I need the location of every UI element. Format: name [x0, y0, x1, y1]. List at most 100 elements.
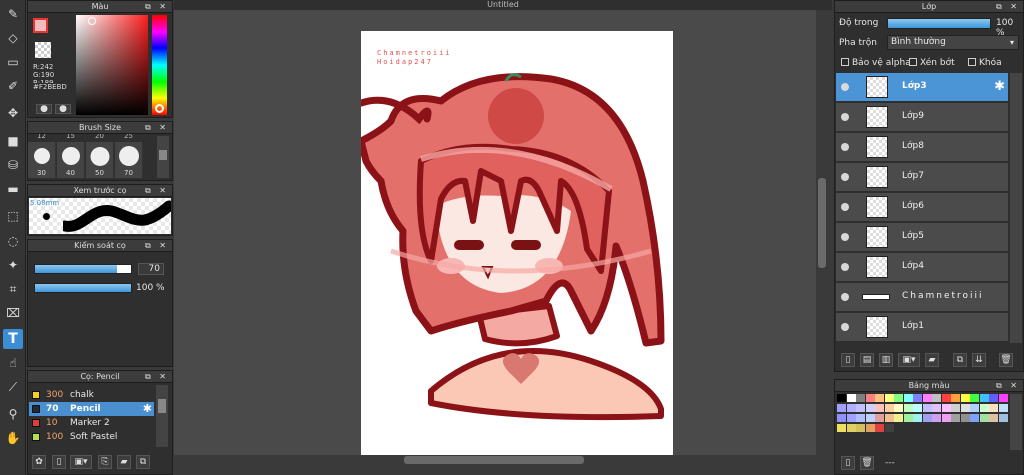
palette-swatch[interactable] [970, 404, 979, 412]
layer-row[interactable]: Chamnetroiii [836, 283, 1008, 312]
brush-item-pencil[interactable]: 70 Pencil ✱ [29, 402, 154, 416]
brush-item-soft-pastel[interactable]: 100 Soft Pastel [29, 430, 154, 444]
palette-swatch[interactable] [970, 394, 979, 402]
document-tab[interactable]: Untitled [174, 0, 832, 10]
merge-layer-icon[interactable]: ⇊ [972, 353, 986, 367]
palette-swatch[interactable] [837, 424, 846, 432]
select-eraser-tool-icon[interactable]: ⌧ [3, 303, 23, 323]
palette-swatch[interactable] [856, 424, 865, 432]
palette-swatch[interactable] [960, 414, 970, 422]
palette-swatch[interactable] [951, 394, 960, 402]
brush-item-chalk[interactable]: 300 chalk [29, 388, 154, 402]
add-brush-menu-icon[interactable]: ▣▾ [70, 455, 92, 469]
hand-tool-icon[interactable]: ✋ [3, 428, 23, 448]
brush-size-value[interactable]: 70 [138, 263, 164, 275]
layer-row[interactable]: Lớp1 [836, 313, 1008, 342]
palette-swatch[interactable] [884, 414, 894, 422]
palette-swatch[interactable] [865, 424, 875, 432]
eye-icon[interactable] [841, 203, 849, 211]
palette-swatch[interactable] [903, 414, 913, 422]
palette-swatch[interactable] [932, 414, 941, 422]
panel-controls-icon[interactable]: ⧉ ✕ [145, 371, 169, 383]
palette-swatch[interactable] [856, 404, 865, 412]
brush-item-marker-2[interactable]: 10 Marker 2 [29, 416, 154, 430]
canvas-vertical-scrollbar[interactable] [816, 10, 828, 465]
palette-swatch[interactable] [960, 394, 970, 402]
palette-swatch[interactable] [884, 424, 894, 432]
duplicate-icon[interactable]: ⧉ [136, 455, 150, 469]
brush-tool-icon[interactable]: ✎ [3, 4, 23, 24]
brush-size-50[interactable]: 50 [86, 142, 114, 178]
brush-list-scrollbar[interactable] [156, 385, 168, 447]
drawing-canvas[interactable]: Chamnetroiii Hoidap247 [361, 31, 673, 456]
panel-controls-icon[interactable]: ⧉ ✕ [145, 240, 169, 252]
canvas-horizontal-scrollbar[interactable] [174, 455, 816, 465]
palette-swatch[interactable] [960, 404, 970, 412]
eye-icon[interactable] [841, 113, 849, 121]
palette-swatch[interactable] [941, 414, 951, 422]
palette-swatch[interactable] [884, 404, 894, 412]
lock-checkbox[interactable]: Khóa [968, 58, 1002, 68]
add-color-icon[interactable]: ▯ [841, 456, 855, 470]
copy-brush-icon[interactable]: ⎘ [98, 455, 112, 469]
palette-swatch[interactable] [913, 414, 922, 422]
color-mode-icon[interactable]: ● [36, 104, 52, 114]
palette-swatch[interactable] [865, 404, 875, 412]
palette-swatch[interactable] [941, 394, 951, 402]
eye-icon[interactable] [841, 143, 849, 151]
palette-swatch[interactable] [989, 414, 998, 422]
palette-swatch[interactable] [875, 404, 884, 412]
palette-swatch[interactable] [875, 414, 884, 422]
palette-swatch[interactable] [932, 404, 941, 412]
hue-slider-thumb[interactable] [155, 104, 164, 113]
panel-controls-icon[interactable]: ⧉ ✕ [145, 185, 169, 197]
select-lasso-tool-icon[interactable]: ◌ [3, 231, 23, 251]
palette-swatch[interactable] [913, 404, 922, 412]
palette-swatch[interactable] [941, 404, 951, 412]
sv-picker-cursor[interactable] [88, 17, 96, 25]
palette-swatch[interactable] [998, 404, 1008, 412]
folder-icon[interactable]: ▰ [925, 353, 939, 367]
palette-swatch[interactable] [979, 404, 989, 412]
palette-swatch[interactable] [951, 414, 960, 422]
eyedropper-tool-icon[interactable]: ⟋ [3, 377, 23, 397]
palette-swatch[interactable] [979, 394, 989, 402]
palette-scrollbar[interactable] [1010, 394, 1022, 450]
palette-swatch[interactable] [998, 394, 1008, 402]
brush-size-30[interactable]: 30 [28, 142, 56, 178]
layer-row[interactable]: Lớp5 [836, 223, 1008, 252]
palette-swatch[interactable] [903, 394, 913, 402]
palette-swatch[interactable] [989, 394, 998, 402]
protect-alpha-checkbox[interactable]: Bảo vệ alpha [841, 58, 911, 68]
scrollbar-thumb[interactable] [818, 178, 826, 268]
canvas-area[interactable]: Chamnetroiii Hoidap247 [174, 10, 828, 465]
add-layer-menu-icon[interactable]: ▣▾ [898, 353, 920, 367]
color-swap-icon[interactable]: ● [55, 104, 71, 114]
move-tool-icon[interactable]: ✥ [3, 103, 23, 123]
hue-slider[interactable] [152, 15, 167, 115]
brush-size-40[interactable]: 40 [57, 142, 85, 178]
palette-swatch[interactable] [865, 394, 875, 402]
panel-controls-icon[interactable]: ⧉ ✕ [996, 1, 1020, 13]
brush-opacity-slider[interactable] [34, 283, 132, 293]
scrollbar-thumb[interactable] [158, 399, 166, 413]
magic-wand-tool-icon[interactable]: ✦ [3, 255, 23, 275]
palette-swatch[interactable] [989, 404, 998, 412]
gear-icon[interactable]: ✱ [143, 402, 152, 416]
panel-controls-icon[interactable]: ⧉ ✕ [145, 1, 169, 13]
palette-swatch[interactable] [998, 414, 1008, 422]
bucket-tool-icon[interactable]: ⛁ [3, 155, 23, 175]
palette-swatch[interactable] [846, 404, 856, 412]
palette-swatch[interactable] [837, 394, 846, 402]
palette-swatch[interactable] [951, 404, 960, 412]
new-layer-icon[interactable]: ▯ [841, 353, 855, 367]
palette-swatch[interactable] [922, 404, 932, 412]
palette-swatch[interactable] [837, 404, 846, 412]
folder-icon[interactable]: ▰ [117, 455, 131, 469]
palette-swatch[interactable] [903, 404, 913, 412]
eye-icon[interactable] [841, 293, 849, 301]
palette-swatch[interactable] [875, 394, 884, 402]
layer-row[interactable]: Lớp8 [836, 133, 1008, 162]
operation-tool-icon[interactable]: ☝ [3, 353, 23, 373]
rect-select-tool-icon[interactable]: ▭ [3, 52, 23, 72]
